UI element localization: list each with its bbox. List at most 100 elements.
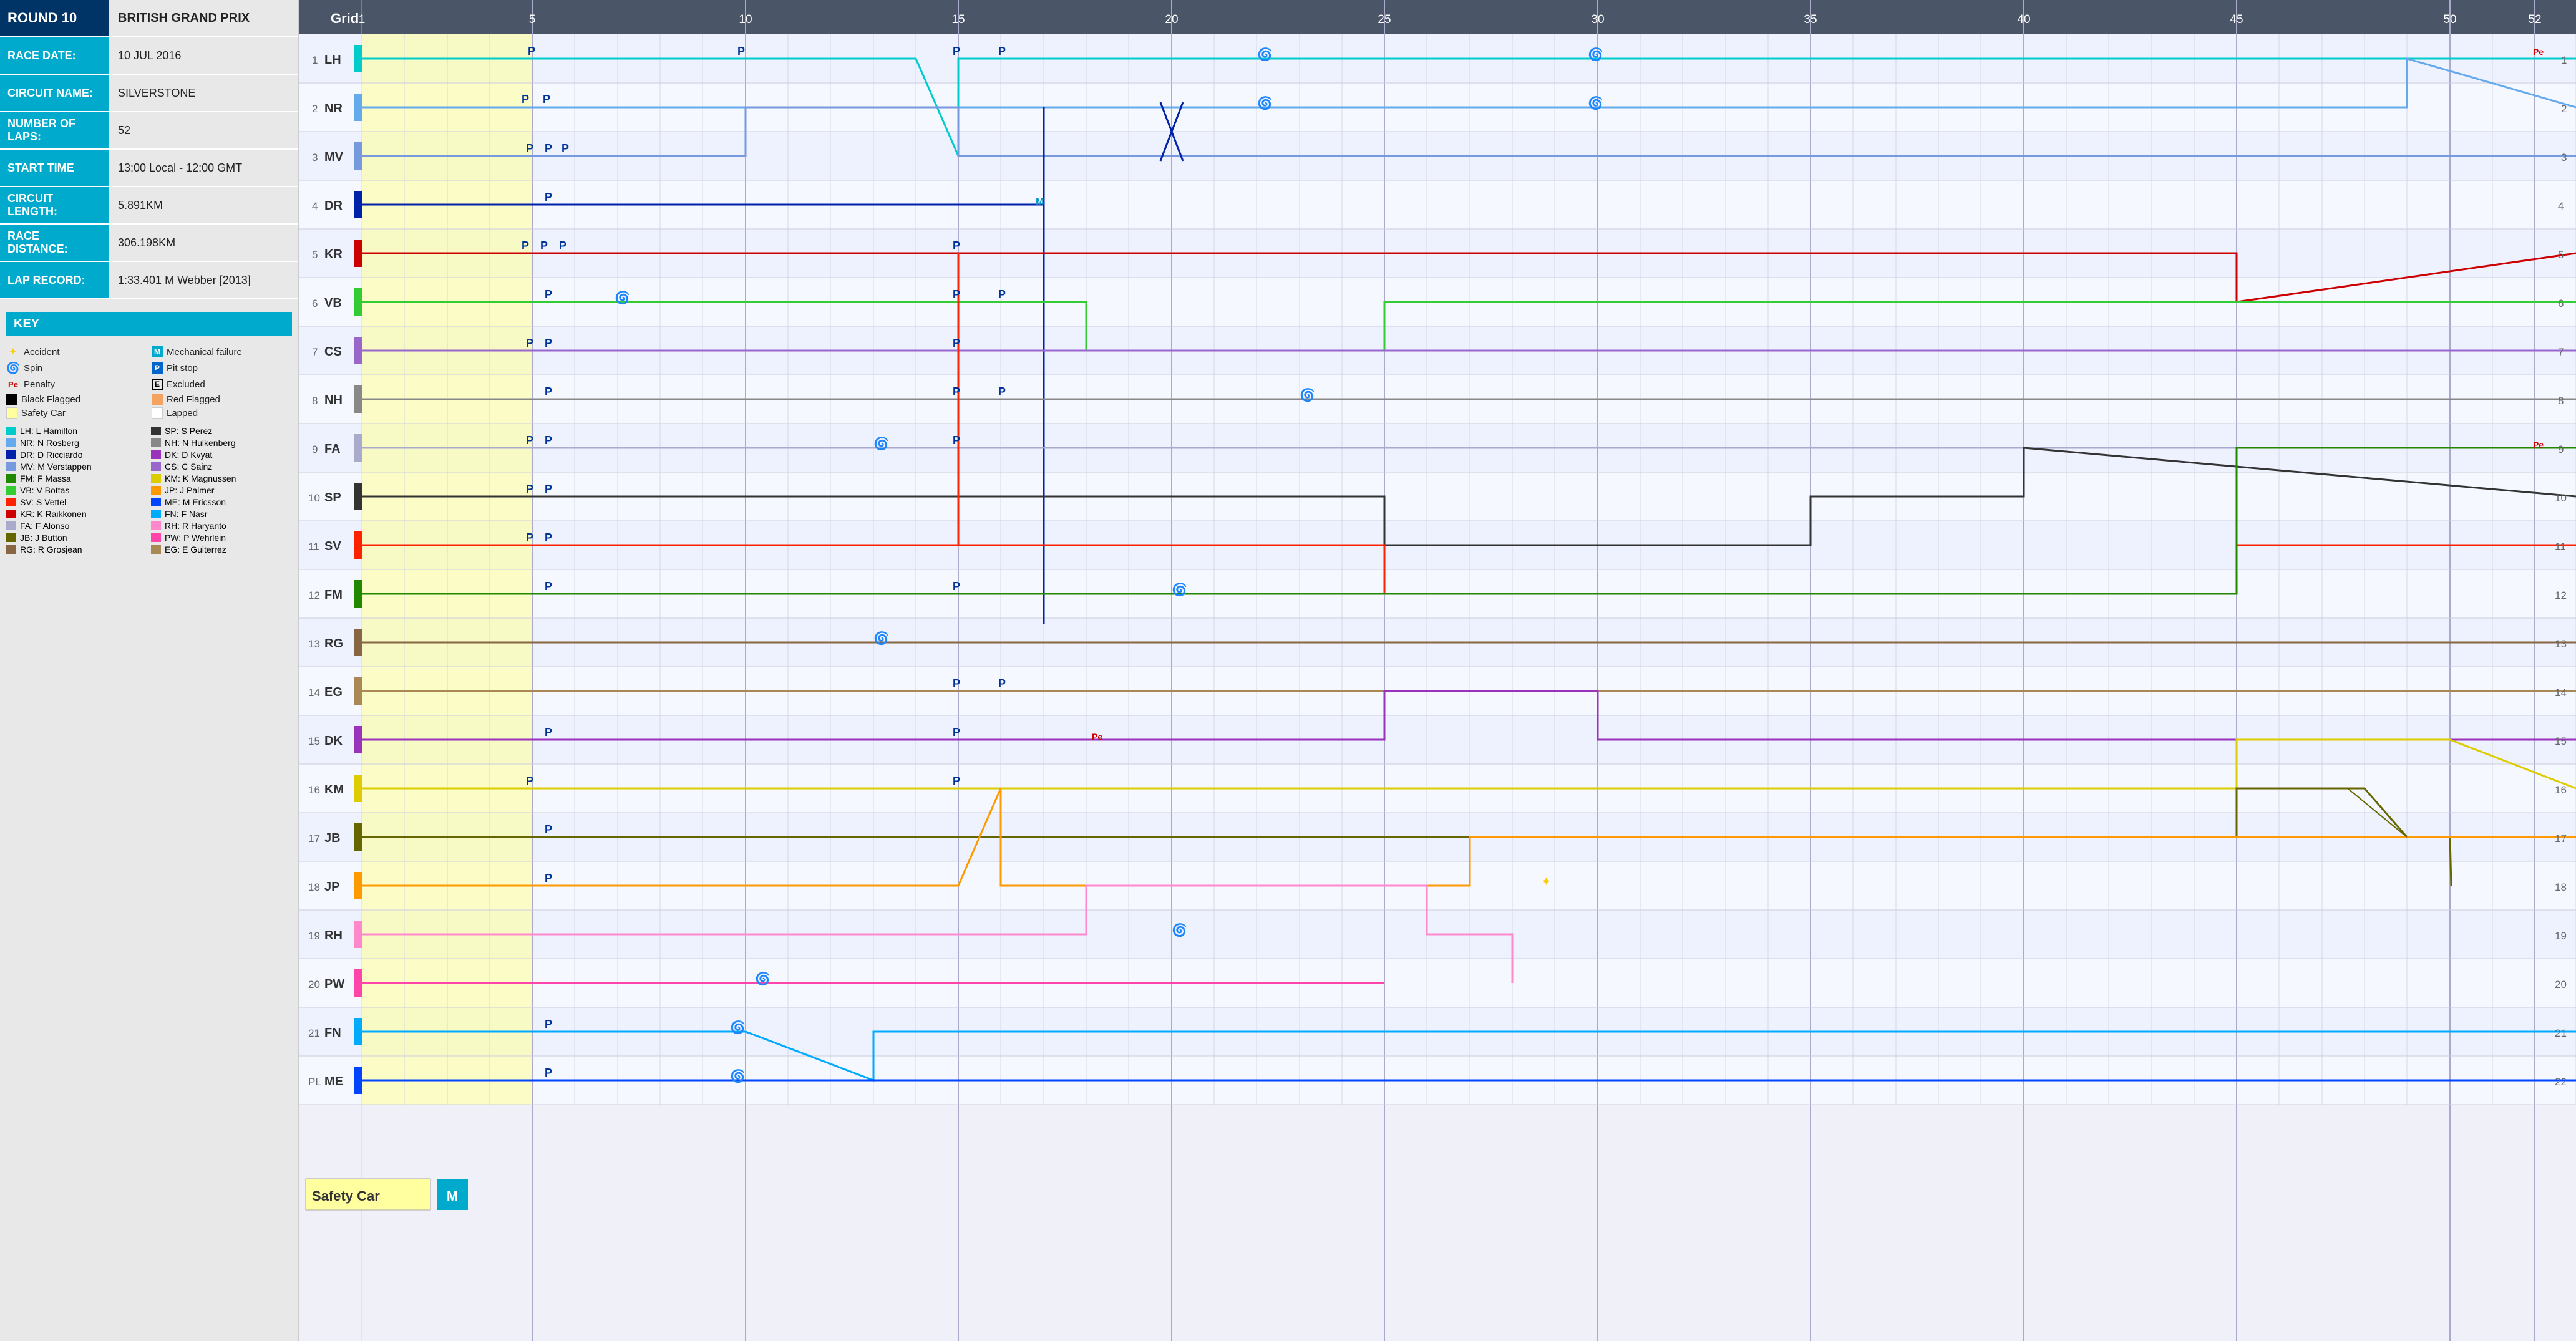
code-cs: CS [324,345,342,359]
sv-name: SV: S Vettel [20,497,66,507]
rh-color-swatch [151,521,161,530]
right-14: 14 [2555,687,2567,699]
vb-stripe [354,288,362,316]
pos-16: 16 [308,784,320,796]
race-info: ROUND 10 BRITISH GRAND PRIX RACE DATE: 1… [0,0,298,299]
right-3: 3 [2561,152,2567,163]
jp-color-swatch [151,486,161,495]
sp-pit1: P [526,483,533,495]
cs-color-swatch [151,462,161,471]
lap-52-label: 52 [2528,13,2541,26]
nr-name: NR: N Rosberg [20,438,79,448]
vb-color-swatch [6,486,16,495]
jb-name: JB: J Button [20,533,67,543]
spin-label: Spin [24,363,42,374]
mv-stripe [354,142,362,170]
mech-fail-icon: M [447,1188,458,1204]
mechanical-label: Mechanical failure [167,347,242,357]
dk-color-swatch [151,450,161,459]
code-dk: DK [324,734,343,748]
pw-name: PW: P Wehrlein [165,533,226,543]
code-mv: MV [324,150,344,164]
grid-header: Grid [331,11,359,26]
mv-name: MV: M Verstappen [20,462,92,472]
key-accident: ✦ Accident [6,345,147,359]
pw-stripe [354,969,362,997]
circlen-value: 5.891KM [109,187,298,223]
right-21: 21 [2555,1027,2567,1039]
lh-name: LH: L Hamilton [20,426,77,436]
key-jb: JB: J Button [6,533,147,543]
key-header: KEY [6,312,292,336]
key-sv: SV: S Vettel [6,497,147,507]
fa-color-swatch [6,521,16,530]
nh-name: NH: N Hulkenberg [165,438,236,448]
lap-10-label: 10 [739,13,752,26]
key-penalty: Pe Penalty [6,377,147,391]
nr-spin: 🌀 [1257,95,1273,110]
nr-stripe [354,94,362,121]
blackflag-label: Black Flagged [21,394,80,405]
chart-container: Grid [299,0,2576,1341]
dr-pit1: P [545,191,552,203]
circuit-label: CIRCUIT NAME: [0,75,109,111]
pos-20: 20 [308,979,320,990]
fa-pit1: P [526,434,533,447]
pos-14: 14 [308,687,320,699]
key-excluded: E Excluded [152,377,292,391]
right-15: 15 [2555,735,2567,747]
key-me: ME: M Ericsson [151,497,292,507]
pos-1: 1 [312,54,318,66]
eg-pit2: P [998,677,1006,690]
laprec-label: LAP RECORD: [0,262,109,298]
vb-spin: 🌀 [615,290,630,305]
dr-mechanical: M [1036,196,1044,207]
accident-label: Accident [24,347,60,357]
key-nh: NH: N Hulkenberg [151,438,292,448]
code-fa: FA [324,442,341,456]
rh-spin: 🌀 [1172,922,1187,937]
penalty-label: Penalty [24,379,55,390]
fn-color-swatch [151,510,161,518]
lapped-label: Lapped [167,408,198,419]
lap-20-label: 20 [1165,13,1178,26]
code-dr: DR [324,199,343,213]
right-17: 17 [2555,833,2567,845]
key-fn: FN: F Nasr [151,509,292,519]
km-name: KM: K Magnussen [165,473,236,483]
penalty-icon: Pe [6,377,20,391]
fm-color-swatch [6,474,16,483]
code-sv: SV [324,540,341,553]
fa-pit2: P [545,434,552,447]
vb-pit1: P [545,288,552,301]
dr-stripe [354,191,362,218]
mv-pit2: P [545,142,552,155]
pos-19: 19 [308,930,320,942]
key-km: KM: K Magnussen [151,473,292,483]
nh-pit1: P [545,385,552,398]
vb-pit2: P [953,288,960,301]
fn-spin: 🌀 [730,1020,746,1035]
excluded-label: Excluded [167,379,205,390]
key-fa: FA: F Alonso [6,521,147,531]
code-rh: RH [324,929,343,942]
key-cs: CS: C Sainz [151,462,292,472]
eg-name: EG: E Guiterrez [165,545,226,554]
lh-stripe [354,45,362,72]
fn-stripe [354,1018,362,1045]
cs-pit3: P [953,337,960,349]
key-sp: SP: S Perez [151,426,292,436]
right-11: 11 [2555,541,2566,553]
jp-stripe [354,872,362,899]
lap-5-label: 5 [529,13,536,26]
pos-7: 7 [312,346,318,358]
nh-spin: 🌀 [1300,387,1315,402]
lh-spin: 🌀 [1257,47,1273,62]
jb-stripe [354,823,362,851]
code-me: ME [324,1075,343,1088]
jp-pit1: P [545,872,552,884]
right-5: 5 [2558,249,2564,261]
sv-stripe [354,531,362,559]
vb-pit3: P [998,288,1006,301]
jp-name: JP: J Palmer [165,485,214,495]
